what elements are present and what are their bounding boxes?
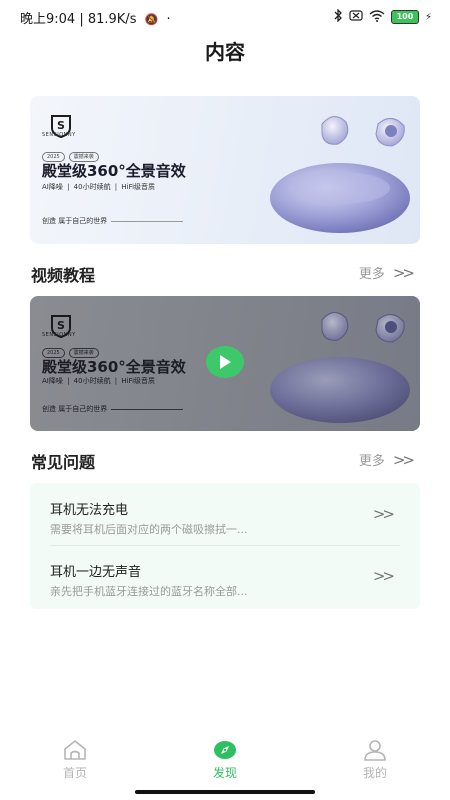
status-text: 晚上9:04 | 81.9K/s bbox=[20, 12, 137, 27]
status-icons: 100 ⚡ bbox=[333, 8, 432, 25]
bluetooth-icon bbox=[333, 8, 343, 25]
double-chevron-right-icon: >> bbox=[372, 505, 395, 523]
tab-discover[interactable]: 发现 bbox=[185, 738, 265, 781]
home-indicator[interactable] bbox=[135, 790, 315, 794]
earbuds-case-image bbox=[270, 312, 410, 423]
bottom-tab-bar: 首页 发现 我的 bbox=[0, 730, 450, 790]
banner-features: AI降噪 | 40小时续航 | HiFi级音质 bbox=[42, 183, 156, 191]
promo-banner[interactable]: S SENSIONNY 2025 震撼来袭 殿堂级360°全景音效 AI降噪 |… bbox=[30, 96, 420, 244]
battery-icon: 100 bbox=[390, 10, 419, 24]
double-chevron-right-icon: >> bbox=[392, 450, 415, 469]
slogan-line bbox=[111, 220, 184, 222]
video-more-button[interactable]: 更多 >> bbox=[358, 263, 415, 283]
faq-list: 耳机无法充电 需要将耳机后面对应的两个磁吸擦拭一... >> 耳机一边无声音 亲… bbox=[30, 483, 420, 609]
faq-section-title: 常见问题 bbox=[31, 453, 96, 472]
slogan-text: 创造 属于自己的世界 bbox=[42, 405, 108, 413]
slogan-text: 创造 属于自己的世界 bbox=[42, 217, 108, 225]
faq-question: 耳机无法充电 bbox=[50, 503, 129, 518]
video-section-title: 视频教程 bbox=[31, 266, 96, 285]
no-sound-icon: 🔕 bbox=[144, 13, 159, 26]
video-thumbnail[interactable]: S SENSIONNY 2025 震撼来袭 殿堂级360°全景音效 AI降噪 |… bbox=[30, 296, 420, 431]
slogan-line bbox=[111, 408, 184, 410]
status-bar: 晚上9:04 | 81.9K/s 🔕 · 100 ⚡ bbox=[0, 0, 450, 34]
play-icon bbox=[220, 355, 231, 369]
banner-headline: 殿堂级360°全景音效 bbox=[42, 162, 186, 180]
video-features: AI降噪 | 40小时续航 | HiFi级音质 bbox=[42, 377, 156, 385]
earbuds-case-image bbox=[270, 116, 410, 233]
video-headline: 殿堂级360°全景音效 bbox=[42, 358, 186, 376]
wifi-icon bbox=[369, 9, 385, 25]
profile-icon bbox=[364, 740, 386, 761]
tab-profile[interactable]: 我的 bbox=[335, 738, 415, 781]
banner-slogan: 创造 属于自己的世界 bbox=[42, 216, 184, 226]
faq-item[interactable]: 耳机一边无声音 亲先把手机蓝牙连接过的蓝牙名称全部... >> bbox=[30, 545, 420, 607]
home-icon bbox=[64, 740, 86, 760]
svg-text:S: S bbox=[57, 319, 65, 332]
sim-off-icon bbox=[349, 10, 363, 24]
double-chevron-right-icon: >> bbox=[372, 567, 395, 585]
tab-label: 发现 bbox=[212, 766, 237, 780]
tab-label: 首页 bbox=[62, 766, 87, 780]
faq-question: 耳机一边无声音 bbox=[50, 565, 142, 580]
faq-item[interactable]: 耳机无法充电 需要将耳机后面对应的两个磁吸擦拭一... >> bbox=[30, 483, 420, 546]
play-button[interactable] bbox=[206, 346, 244, 378]
double-chevron-right-icon: >> bbox=[392, 263, 415, 282]
status-time-speed: 晚上9:04 | 81.9K/s 🔕 · bbox=[20, 8, 171, 27]
charging-icon: ⚡ bbox=[424, 11, 432, 23]
dot-icon: · bbox=[166, 12, 171, 27]
more-label: 更多 bbox=[358, 454, 385, 469]
video-slogan: 创造 属于自己的世界 bbox=[42, 404, 184, 414]
faq-more-button[interactable]: 更多 >> bbox=[358, 450, 415, 470]
faq-answer-preview: 亲先把手机蓝牙连接过的蓝牙名称全部... bbox=[50, 585, 248, 598]
tab-label: 我的 bbox=[362, 766, 387, 780]
compass-icon bbox=[214, 741, 236, 759]
brand-name: SENSIONNY bbox=[42, 332, 76, 338]
svg-text:S: S bbox=[57, 119, 65, 132]
brand-name: SENSIONNY bbox=[42, 132, 76, 138]
tab-home[interactable]: 首页 bbox=[35, 738, 115, 781]
more-label: 更多 bbox=[358, 267, 385, 282]
faq-answer-preview: 需要将耳机后面对应的两个磁吸擦拭一... bbox=[50, 523, 248, 536]
page-title: 内容 bbox=[205, 40, 245, 64]
